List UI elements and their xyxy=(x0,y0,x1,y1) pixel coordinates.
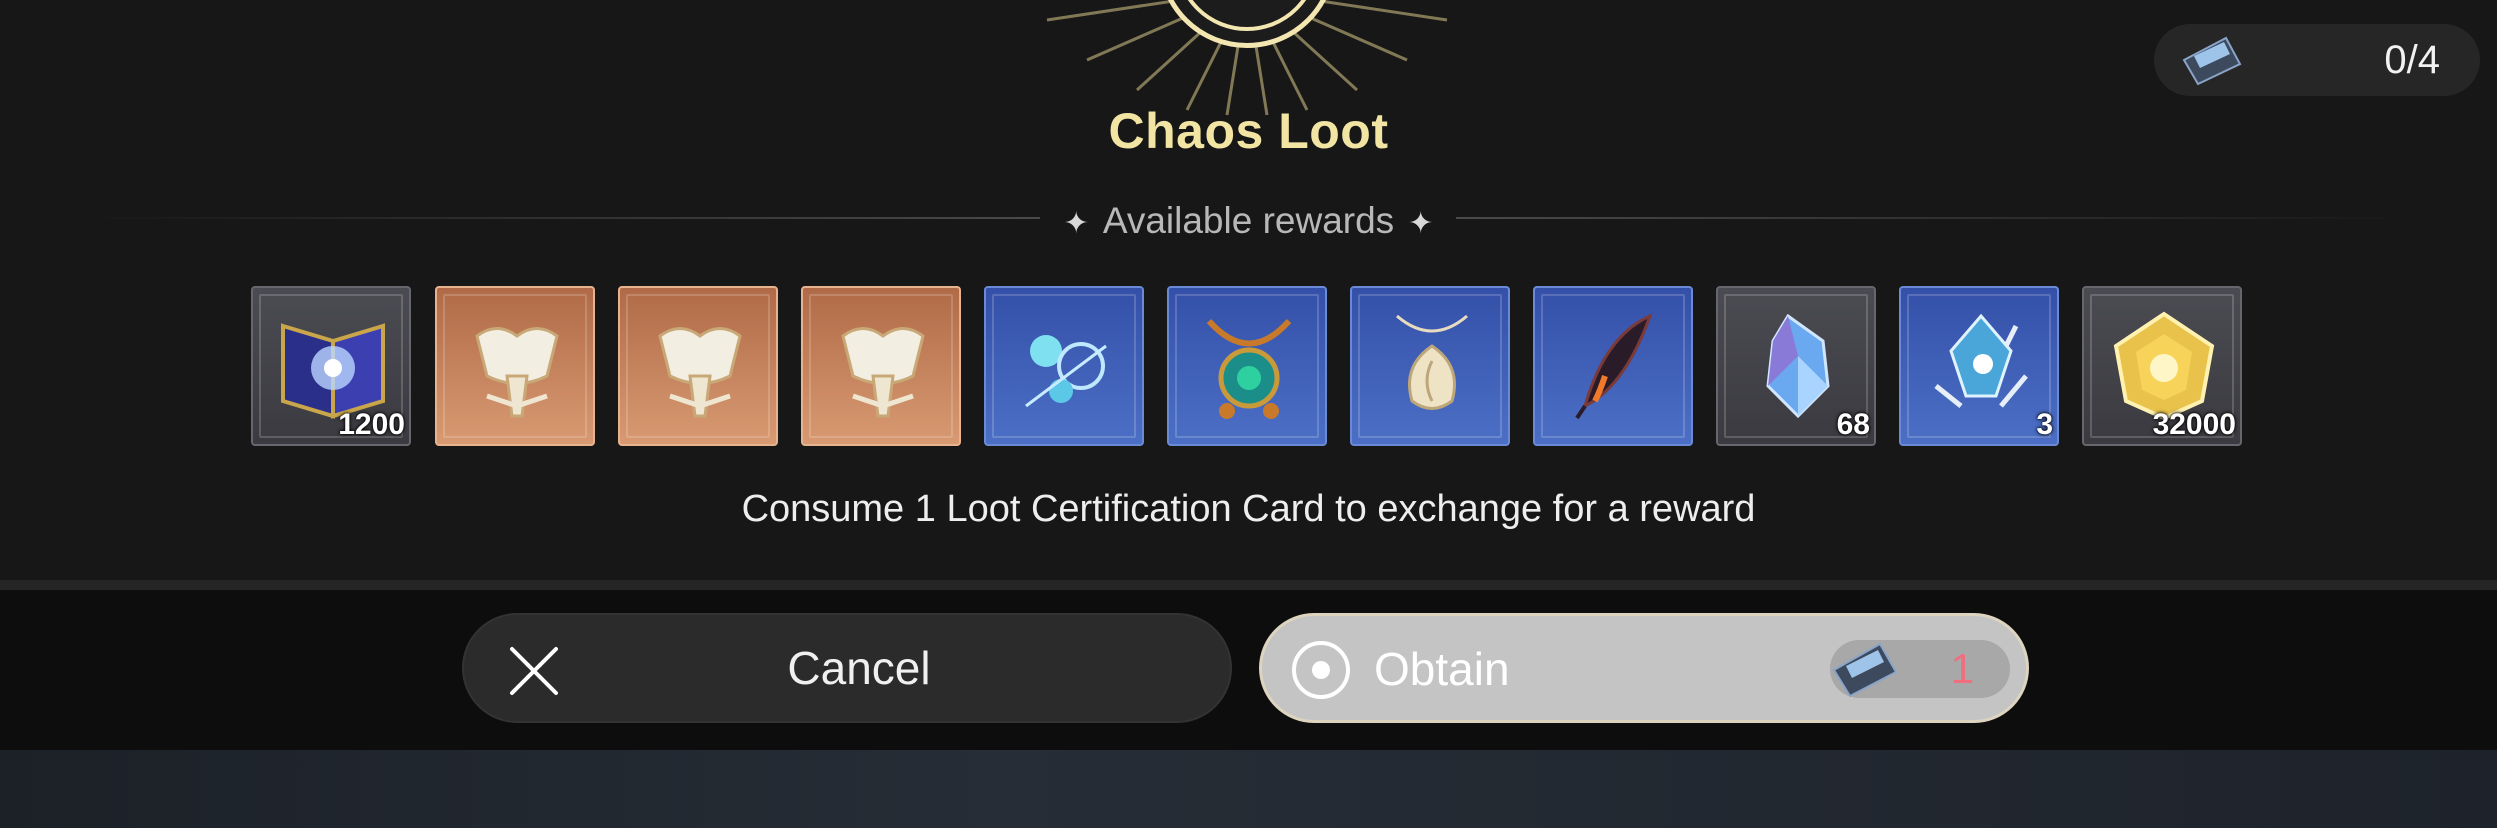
cancel-button-label: Cancel xyxy=(787,642,931,694)
reward-item-dark-feather[interactable] xyxy=(1533,286,1693,446)
crown-fragment-icon xyxy=(658,327,742,418)
reward-item-blue-crystal[interactable]: 68 xyxy=(1716,286,1876,446)
reward-item-fragment[interactable] xyxy=(801,286,961,446)
loot-panel: Chaos Loot ✦ Available rewards ✦ 0/4 1200 xyxy=(0,0,2497,580)
feather-icon xyxy=(1575,313,1653,420)
exchange-caption: Consume 1 Loot Certification Card to exc… xyxy=(741,488,1756,530)
reward-item-fragment[interactable] xyxy=(618,286,778,446)
reward-quantity: 3 xyxy=(2036,408,2053,441)
background-strip xyxy=(0,750,2497,828)
reward-item-gold-coin[interactable]: 32000 xyxy=(2082,286,2242,446)
counter-value: 0/4 xyxy=(2384,38,2440,82)
reward-item-fragment[interactable] xyxy=(435,286,595,446)
sparkle-icon: ✦ xyxy=(1063,207,1089,240)
available-rewards-header: ✦ Available rewards ✦ xyxy=(0,200,2497,241)
cost-badge: 1 xyxy=(1830,640,2010,698)
target-circle-icon xyxy=(1292,641,1350,699)
reward-quantity: 68 xyxy=(1836,408,1870,441)
jade-necklace-icon xyxy=(1206,318,1292,419)
page-title: Chaos Loot xyxy=(1108,103,1389,159)
reward-quantity: 1200 xyxy=(338,408,405,441)
reward-item-crystal-orb[interactable]: 3 xyxy=(1899,286,2059,446)
sparkle-icon: ✦ xyxy=(1408,207,1434,240)
loot-card-icon xyxy=(2182,36,2242,86)
flower-ornament-icon xyxy=(1025,335,1107,408)
subtitle: Available rewards xyxy=(1102,200,1395,241)
crown-fragment-icon xyxy=(841,327,925,418)
loot-card-icon xyxy=(1832,642,1898,698)
reward-item-jade-necklace[interactable] xyxy=(1167,286,1327,446)
reward-item-shell-pendant[interactable] xyxy=(1350,286,1510,446)
reward-quantity: 32000 xyxy=(2152,408,2236,441)
crown-fragment-icon xyxy=(475,327,559,418)
obtain-button-label: Obtain xyxy=(1374,643,1510,695)
crystal-orb-icon xyxy=(1934,313,2028,408)
reward-item-flower-ornament[interactable] xyxy=(984,286,1144,446)
action-bar xyxy=(0,590,2497,750)
cost-value: 1 xyxy=(1950,645,1974,692)
reward-item-starry-book[interactable]: 1200 xyxy=(251,286,411,446)
panel-divider xyxy=(0,580,2497,590)
cancel-button[interactable]: Cancel xyxy=(462,613,1232,723)
shell-pendant-icon xyxy=(1396,314,1468,410)
loot-card-counter: 0/4 xyxy=(2154,24,2480,96)
obtain-button[interactable]: Obtain 1 xyxy=(1259,613,2029,723)
